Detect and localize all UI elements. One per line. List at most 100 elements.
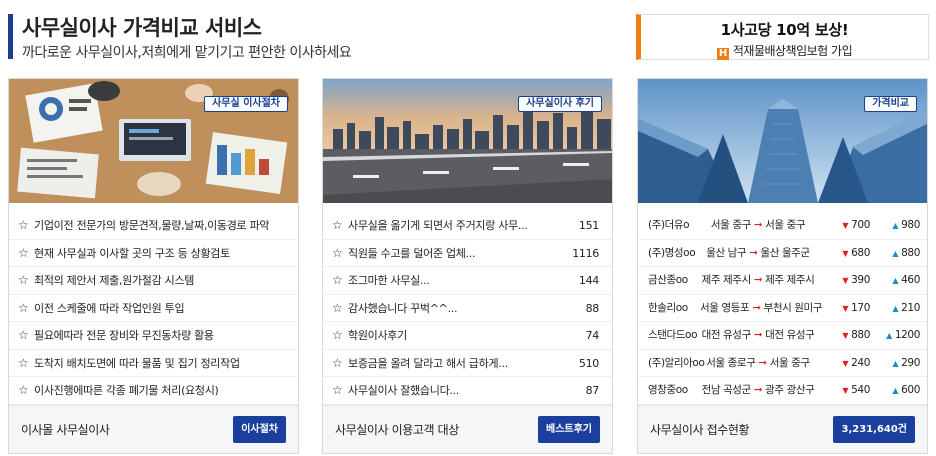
high-price: ▲ 980 <box>892 219 920 231</box>
move-route: 울산 남구 ➞ 울산 울주군 <box>706 246 810 259</box>
triangle-down-icon: ▼ <box>842 386 849 395</box>
best-reviews-button[interactable]: 베스트후기 <box>538 416 600 443</box>
triangle-up-icon: ▲ <box>892 386 899 395</box>
triangle-up-icon: ▲ <box>892 221 899 230</box>
list-item[interactable]: ☆ 학원이사후기 74 <box>323 322 612 350</box>
low-price: ▼ 680 <box>842 246 870 259</box>
list-item[interactable]: ☆ 필요에따라 전문 장비와 무진동차량 활용 <box>9 322 298 350</box>
card-footer: 사무실이사 이용고객 대상 베스트후기 <box>323 405 612 453</box>
price-row[interactable]: 금산종oo 제주 제주시 ➞ 제주 제주시 ▼ 390 ▲ 460 <box>638 267 927 295</box>
right-arrow-icon: ➞ <box>753 329 763 341</box>
right-arrow-icon: ➞ <box>753 274 763 286</box>
move-route: 서울 영등포 ➞ 부천시 원미구 <box>700 301 823 314</box>
right-arrow-icon: ➞ <box>753 219 763 231</box>
right-arrow-icon: ➞ <box>753 384 763 396</box>
price-row[interactable]: (주)명성oo 울산 남구 ➞ 울산 울주군 ▼ 680 ▲ 880 <box>638 240 927 267</box>
list-item[interactable]: ☆ 기업이전 전문가의 방문견적,물량,날짜,이동경로 파악 <box>9 212 298 240</box>
review-view-count: 151 <box>578 219 599 232</box>
list-item[interactable]: ☆ 감사했습니다 꾸벅^^... 88 <box>323 295 612 322</box>
total-requests-button[interactable]: 3,231,640건 <box>833 416 915 443</box>
list-item[interactable]: ☆ 사무실을 옮기게 되면서 주거지랑 사무... 151 <box>323 212 612 240</box>
right-arrow-icon: ➞ <box>758 356 767 369</box>
price-row[interactable]: 영창중oo 전남 곡성군 ➞ 광주 광산구 ▼ 540 ▲ 600 <box>638 377 927 405</box>
promo-headline: 1사고당 10억 보상! <box>720 21 849 39</box>
star-outline-icon: ☆ <box>332 218 343 232</box>
card-footer: 이사몰 사무실이사 이사절차 <box>9 405 298 453</box>
review-view-count: 74 <box>585 329 600 342</box>
high-price: ▲ 290 <box>892 356 920 369</box>
company-name: 스탠다드oo <box>648 329 698 341</box>
high-price: ▲ 600 <box>892 384 920 396</box>
right-arrow-icon: ➞ <box>752 301 761 314</box>
list-item[interactable]: ☆ 최적의 제안서 제출,원가절감 시스템 <box>9 267 298 295</box>
list-item[interactable]: ☆ 사무실이사 잘했습니다... 87 <box>323 377 612 405</box>
star-outline-icon: ☆ <box>18 355 29 370</box>
list-item[interactable]: ☆ 이사진행에따른 각종 폐기물 처리(요청시) <box>9 377 298 405</box>
list-item[interactable]: ☆ 조그마한 사무실... 144 <box>323 267 612 295</box>
card-tag: 사무실이사 후기 <box>518 96 602 112</box>
star-outline-icon: ☆ <box>18 273 29 287</box>
high-price: ▲ 210 <box>892 301 920 314</box>
company-name: (주)더유o <box>648 219 690 231</box>
low-price: ▼ 880 <box>842 329 870 341</box>
card-footer: 사무실이사 접수현황 3,231,640건 <box>638 405 927 453</box>
triangle-down-icon: ▼ <box>842 276 849 285</box>
procedure-list: ☆ 기업이전 전문가의 방문견적,물량,날짜,이동경로 파악 ☆ 현재 사무실과 이… <box>9 212 298 405</box>
price-row[interactable]: (주)알리아oo 서울 종로구 ➞ 서울 중구 ▼ 240 ▲ 290 <box>638 350 927 377</box>
promo-subline-text: 적재물배상책임보험 가입 <box>732 44 853 58</box>
high-price: ▲ 1200 <box>886 329 920 341</box>
company-name: (주)명성oo <box>648 246 696 259</box>
low-price: ▼ 170 <box>842 301 870 314</box>
low-price: ▼ 240 <box>842 356 870 369</box>
low-price: ▼ 390 <box>842 274 870 286</box>
star-outline-icon: ☆ <box>18 300 29 315</box>
procedure-card: 사무실 이사절차 ☆ 기업이전 전문가의 방문견적,물량,날짜,이동경로 파악 ☆… <box>8 78 299 454</box>
triangle-up-icon: ▲ <box>892 303 899 313</box>
star-outline-icon: ☆ <box>18 245 29 260</box>
promo-subline: H 적재물배상책임보험 가입 <box>641 42 928 60</box>
high-price: ▲ 460 <box>892 274 920 286</box>
right-arrow-icon: ➞ <box>749 246 758 259</box>
footer-label: 사무실이사 접수현황 <box>650 423 750 437</box>
star-outline-icon: ☆ <box>332 383 343 397</box>
star-outline-icon: ☆ <box>332 273 343 287</box>
company-name: 영창중oo <box>648 384 688 396</box>
price-row[interactable]: 스탠다드oo 대전 유성구 ➞ 대전 유성구 ▼ 880 ▲ 1200 <box>638 322 927 350</box>
review-view-count: 1116 <box>572 246 599 260</box>
price-row[interactable]: 한솔리oo 서울 영등포 ➞ 부천시 원미구 ▼ 170 ▲ 210 <box>638 295 927 322</box>
card-tag: 가격비교 <box>864 96 917 112</box>
company-name: (주)알리아oo <box>648 356 705 369</box>
page-subtitle: 까다로운 사무실이사,저희에게 맡기기고 편안한 이사하세요 <box>22 45 352 61</box>
review-list: ☆ 사무실을 옮기게 되면서 주거지랑 사무... 151 ☆ 직원들 수고를 덜어준… <box>323 212 612 405</box>
card-tag: 사무실 이사절차 <box>204 96 288 112</box>
list-item[interactable]: ☆ 보증금을 올려 달라고 해서 급하게... 510 <box>323 350 612 377</box>
insurance-promo-banner[interactable]: 1사고당 10억 보상! H 적재물배상책임보험 가입 <box>636 14 929 60</box>
low-price: ▼ 540 <box>842 384 870 396</box>
list-item[interactable]: ☆ 이전 스케줄에 따라 작업인원 투입 <box>9 295 298 322</box>
move-route: 전남 곡성군 ➞ 광주 광산구 <box>701 384 815 396</box>
procedure-button[interactable]: 이사절차 <box>233 416 286 443</box>
price-row[interactable]: (주)더유o 서울 중구 ➞ 서울 중구 ▼ 700 ▲ 980 <box>638 212 927 240</box>
move-route: 서울 중구 ➞ 서울 중구 <box>710 219 806 231</box>
triangle-down-icon: ▼ <box>842 331 849 340</box>
title-accent-bar <box>8 14 13 59</box>
review-view-count: 88 <box>585 301 600 315</box>
review-view-count: 510 <box>578 356 599 370</box>
list-item[interactable]: ☆ 현재 사무실과 이사할 곳의 구조 등 상황검토 <box>9 240 298 267</box>
move-route: 서울 종로구 ➞ 서울 중구 <box>706 356 810 369</box>
triangle-down-icon: ▼ <box>842 248 849 258</box>
high-price: ▲ 880 <box>892 246 920 259</box>
star-outline-icon: ☆ <box>18 328 29 342</box>
reviews-card: 사무실이사 후기 ☆ 사무실을 옮기게 되면서 주거지랑 사무... 151 ☆ 직원… <box>322 78 613 454</box>
page-header: 사무실이사 가격비교 서비스 까다로운 사무실이사,저희에게 맡기기고 편안한 … <box>8 10 608 65</box>
move-route: 대전 유성구 ➞ 대전 유성구 <box>701 329 815 341</box>
footer-label: 사무실이사 이용고객 대상 <box>335 423 459 437</box>
triangle-down-icon: ▼ <box>842 358 849 368</box>
star-outline-icon: ☆ <box>332 245 343 260</box>
triangle-up-icon: ▲ <box>892 248 899 258</box>
list-item[interactable]: ☆ 직원들 수고를 덜어준 업체... 1116 <box>323 240 612 267</box>
page-title: 사무실이사 가격비교 서비스 <box>22 16 262 40</box>
move-route: 제주 제주시 ➞ 제주 제주시 <box>701 274 815 286</box>
list-item[interactable]: ☆ 도착지 배치도면에 따라 물품 및 집기 정리작업 <box>9 350 298 377</box>
review-view-count: 144 <box>578 274 599 287</box>
